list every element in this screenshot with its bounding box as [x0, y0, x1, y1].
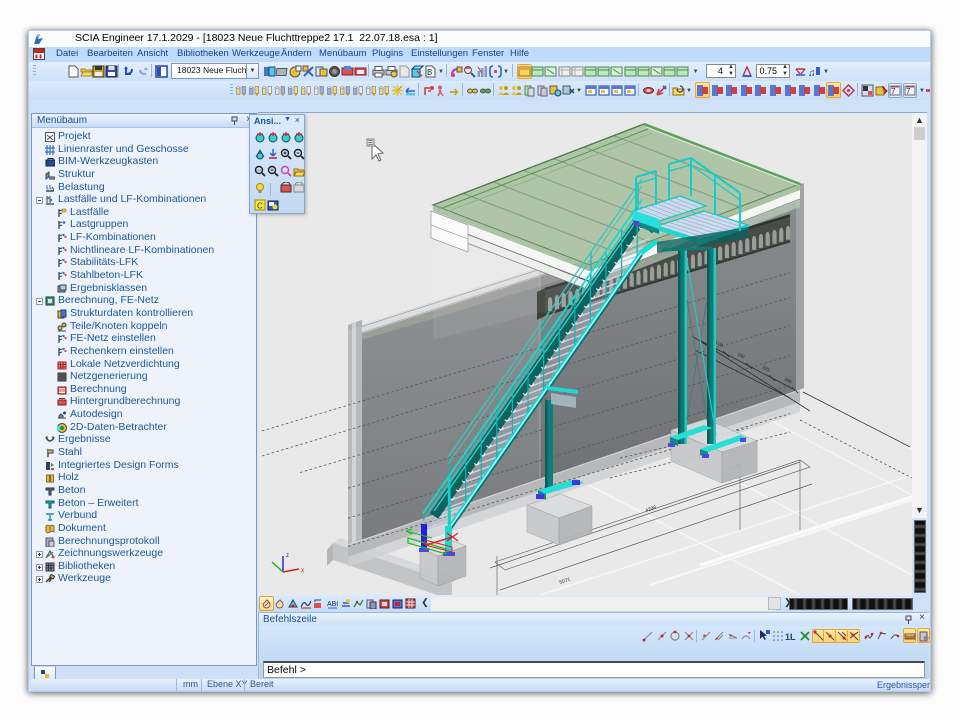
svg-text:7: 7 — [891, 87, 896, 96]
svg-text:x: x — [301, 568, 304, 574]
svg-text:♫: ♫ — [808, 68, 816, 78]
svg-text:ABC: ABC — [327, 601, 338, 608]
svg-text:z: z — [286, 553, 289, 559]
svg-text:7: 7 — [906, 87, 911, 96]
svg-text:C: C — [257, 202, 263, 211]
svg-text:1L: 1L — [785, 632, 796, 642]
svg-text:B: B — [427, 68, 432, 77]
